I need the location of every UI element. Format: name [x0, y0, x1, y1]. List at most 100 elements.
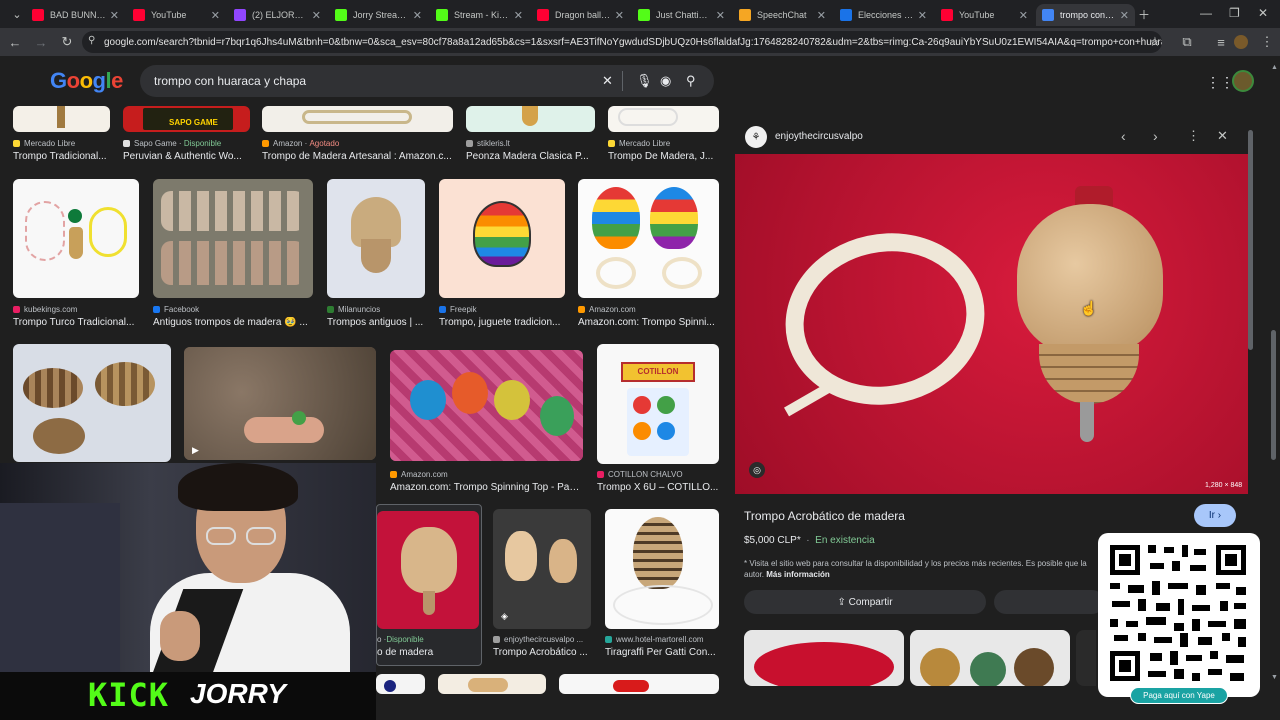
visit-button[interactable]: Ir ›: [1194, 504, 1236, 527]
result-thumbnail[interactable]: [578, 179, 719, 298]
previous-image-button[interactable]: ‹: [1121, 128, 1126, 144]
tab[interactable]: Dragon ball z e ✕: [531, 4, 630, 26]
more-options-icon[interactable]: ⋮: [1187, 128, 1200, 144]
bookmark-star-icon[interactable]: ☆: [1144, 31, 1166, 53]
result-title[interactable]: Trompo Acrobático ...: [493, 647, 591, 658]
maximize-button[interactable]: ❐: [1229, 6, 1240, 20]
result-card[interactable]: Amazon.com Amazon.com: Trompo Spinni...: [578, 179, 719, 331]
result-thumbnail[interactable]: COTILLON: [597, 344, 719, 464]
result-thumbnail[interactable]: ▶: [184, 347, 376, 460]
result-card[interactable]: Amazon · Agotado Trompo de Madera Artesa…: [262, 106, 453, 166]
tab[interactable]: Just Chatting S ✕: [632, 4, 731, 26]
back-button[interactable]: ←: [4, 31, 26, 53]
tab-close-icon[interactable]: ✕: [918, 9, 927, 22]
tab[interactable]: Elecciones 202 ✕: [834, 4, 933, 26]
browser-menu-icon[interactable]: ⋮: [1256, 31, 1278, 53]
google-logo[interactable]: Google: [50, 68, 123, 94]
clear-icon[interactable]: ✕: [602, 73, 613, 89]
tab[interactable]: SpeechChat ✕: [733, 4, 832, 26]
close-window-button[interactable]: ✕: [1258, 6, 1268, 20]
result-title[interactable]: Trompos antiguos | ...: [327, 317, 425, 328]
result-thumbnail[interactable]: [439, 179, 565, 298]
result-title[interactable]: Trompo de Madera Artesanal : Amazon.c...: [262, 151, 453, 162]
result-thumbnail[interactable]: [376, 674, 425, 694]
result-card[interactable]: SAPO GAME Sapo Game · Disponible Peruvia…: [123, 106, 250, 166]
preview-site-name[interactable]: enjoythecircusvalpo: [775, 131, 863, 142]
voice-search-icon[interactable]: 🎙: [636, 73, 653, 89]
tab-close-icon[interactable]: ✕: [1120, 9, 1129, 22]
result-card[interactable]: stikleris.lt Peonza Madera Clasica P...: [466, 106, 595, 166]
tab-close-icon[interactable]: ✕: [211, 9, 220, 22]
result-card-selected[interactable]: o · Disponible o de madera: [376, 504, 482, 666]
result-card[interactable]: Mercado Libre Trompo De Madera, J...: [608, 106, 719, 166]
result-card[interactable]: Mercado Libre Trompo Tradicional...: [13, 106, 110, 166]
result-title[interactable]: Trompo Tradicional...: [13, 151, 110, 162]
tab[interactable]: BAD BUNNY x ✕: [26, 4, 125, 26]
result-thumbnail[interactable]: [390, 350, 583, 461]
tab-close-icon[interactable]: ✕: [1019, 9, 1028, 22]
lens-search-icon[interactable]: ◉: [660, 73, 671, 89]
tab-close-icon[interactable]: ✕: [110, 9, 119, 22]
search-icon[interactable]: ⚲: [686, 73, 696, 89]
result-card[interactable]: ▶: [184, 347, 376, 462]
result-title[interactable]: Peonza Madera Clasica P...: [466, 151, 595, 162]
tab[interactable]: YouTube ✕: [935, 4, 1034, 26]
preview-image[interactable]: ◎ 1,280 × 848: [735, 154, 1248, 494]
result-thumbnail[interactable]: [262, 106, 453, 132]
result-thumbnail[interactable]: [559, 674, 719, 694]
tab-close-icon[interactable]: ✕: [615, 9, 624, 22]
result-thumbnail[interactable]: [13, 344, 171, 462]
more-info-link[interactable]: Más información: [766, 570, 830, 579]
result-title[interactable]: o de madera: [377, 647, 481, 658]
tab-close-icon[interactable]: ✕: [514, 9, 523, 22]
search-box[interactable]: trompo con huaraca y chapa ✕ 🎙 ◉ ⚲: [140, 65, 714, 97]
result-thumbnail[interactable]: ◈: [493, 509, 591, 629]
tab-close-icon[interactable]: ✕: [817, 9, 826, 22]
result-thumbnail[interactable]: [153, 179, 313, 298]
lens-search-icon[interactable]: ◎: [749, 462, 765, 478]
result-title[interactable]: Trompo De Madera, J...: [608, 151, 719, 162]
page-scrollbar[interactable]: ▲ ▼: [1268, 56, 1280, 686]
account-avatar[interactable]: [1232, 70, 1254, 92]
extensions-icon[interactable]: ⧉: [1176, 31, 1198, 53]
result-card[interactable]: COTILLON COTILLON CHALVO Trompo X 6U – C…: [597, 344, 719, 493]
result-thumbnail[interactable]: [466, 106, 595, 132]
profile-avatar[interactable]: [1234, 35, 1248, 49]
close-preview-button[interactable]: ✕: [1217, 128, 1228, 144]
reload-button[interactable]: ↻: [56, 31, 78, 53]
result-title[interactable]: Antiguos trompos de madera 🥹 ...: [153, 317, 313, 328]
result-thumbnail[interactable]: [608, 106, 719, 132]
result-card[interactable]: Freepik Trompo, juguete tradicion...: [439, 179, 565, 331]
tab-close-icon[interactable]: ✕: [312, 9, 321, 22]
tab[interactable]: Jorry Stream - ✕: [329, 4, 428, 26]
result-card[interactable]: Facebook Antiguos trompos de madera 🥹 ..…: [153, 179, 313, 331]
preview-title[interactable]: Trompo Acrobático de madera: [744, 509, 905, 523]
result-card[interactable]: ◈ enjoythecircusvalpo ... Trompo Acrobát…: [493, 509, 591, 661]
minimize-button[interactable]: —: [1200, 6, 1212, 20]
related-image[interactable]: [1076, 630, 1096, 686]
result-card[interactable]: Milanuncios Trompos antiguos | ...: [327, 179, 425, 331]
share-button[interactable]: ⇪ Compartir: [744, 590, 986, 614]
tab-search-chevron-icon[interactable]: ⌄: [6, 3, 28, 25]
result-title[interactable]: Amazon.com: Trompo Spinni...: [578, 317, 719, 328]
tab[interactable]: trompo con hu ✕: [1036, 4, 1135, 26]
result-title[interactable]: Trompo X 6U – COTILLO...: [597, 482, 719, 493]
result-card[interactable]: www.hotel-martorell.com Tiragraffi Per G…: [605, 509, 719, 661]
result-title[interactable]: Tiragraffi Per Gatti Con...: [605, 647, 719, 658]
result-thumbnail[interactable]: [377, 511, 479, 629]
result-thumbnail[interactable]: SAPO GAME: [123, 106, 250, 132]
result-thumbnail[interactable]: [605, 509, 719, 629]
result-title[interactable]: Trompo Turco Tradicional...: [13, 317, 139, 328]
result-title[interactable]: Peruvian & Authentic Wo...: [123, 151, 250, 162]
result-thumbnail[interactable]: [327, 179, 425, 298]
next-image-button[interactable]: ›: [1153, 128, 1158, 144]
tab-close-icon[interactable]: ✕: [716, 9, 725, 22]
result-thumbnail[interactable]: [13, 106, 110, 132]
related-image[interactable]: [910, 630, 1070, 686]
tab-close-icon[interactable]: ✕: [413, 9, 422, 22]
result-title[interactable]: Amazon.com: Trompo Spinning Top - Paq...: [390, 482, 583, 493]
save-button[interactable]: [994, 590, 1104, 614]
tab[interactable]: YouTube ✕: [127, 4, 226, 26]
address-bar[interactable]: ⚲ google.com/search?tbnid=r7bqr1q6Jhs4uM…: [82, 31, 1162, 53]
new-tab-button[interactable]: ＋: [1138, 6, 1150, 23]
